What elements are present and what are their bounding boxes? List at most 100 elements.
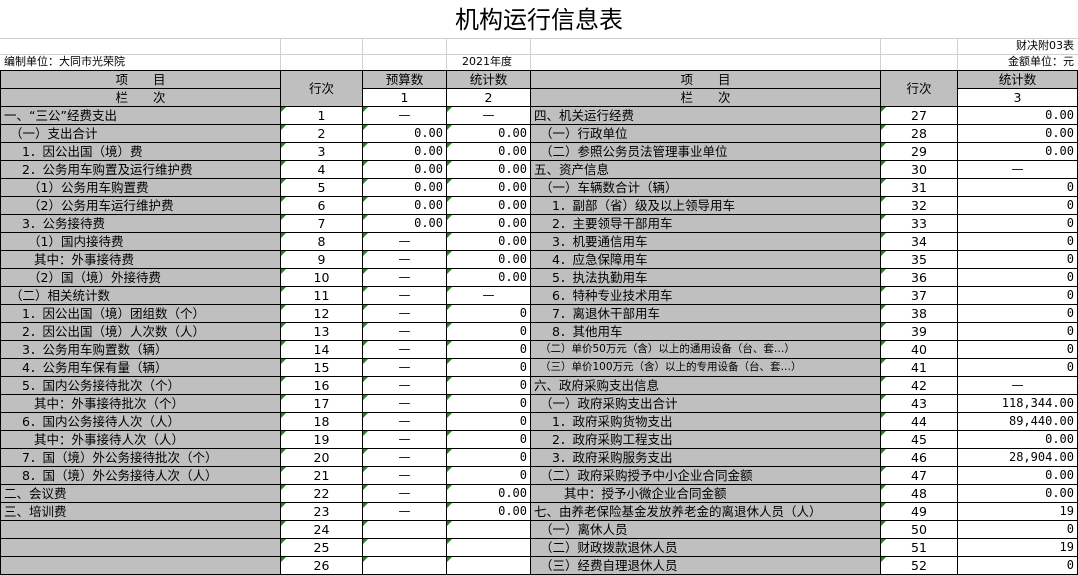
right-stat-value: 0.00 xyxy=(957,430,1078,449)
header-stat-left: 统计数 xyxy=(446,70,531,89)
table-row: 一、“三公”经费支出 1— — 四、机关运行经费 27 0.00 xyxy=(0,106,1078,125)
budget-value xyxy=(362,520,447,539)
left-item-label: 其中：外事接待费 xyxy=(0,250,281,269)
right-item-label: 其中：授予小微企业合同金额 xyxy=(530,484,881,503)
table-row: 24 （一）离休人员 50 0 xyxy=(0,520,1078,539)
right-row-number: 47 xyxy=(880,466,958,485)
right-row-number: 35 xyxy=(880,250,958,269)
right-item-label: 1．政府采购货物支出 xyxy=(530,412,881,431)
budget-value: — xyxy=(362,394,447,413)
right-row-number: 32 xyxy=(880,196,958,215)
right-stat-value: 118,344.00 xyxy=(957,394,1078,413)
left-row-number: 25 xyxy=(280,538,363,557)
right-row-number: 34 xyxy=(880,232,958,251)
left-row-number: 2 xyxy=(280,124,363,143)
budget-value: 0.00 xyxy=(362,142,447,161)
left-item-label: （1）国内接待费 xyxy=(0,232,281,251)
left-row-number: 21 xyxy=(280,466,363,485)
left-item-label: 4．公务用车保有量（辆） xyxy=(0,358,281,377)
right-stat-value: 89,440.00 xyxy=(957,412,1078,431)
stat-value: 0.00 xyxy=(446,142,531,161)
header-column-right: 栏 次 xyxy=(530,88,881,107)
unit-label: 编制单位：大同市光荣院 xyxy=(4,55,125,68)
left-item-label xyxy=(0,538,281,557)
left-item-label: 3．公务用车购置数（辆） xyxy=(0,340,281,359)
stat-value xyxy=(446,520,531,539)
left-item-label: 2．因公出国（境）人次数（人） xyxy=(0,322,281,341)
stat-value: 0.00 xyxy=(446,178,531,197)
left-item-label: 1．因公出国（境）费 xyxy=(0,142,281,161)
left-item-label: 2．公务用车购置及运行维护费 xyxy=(0,160,281,179)
header-row-no-right: 行次 xyxy=(880,70,958,107)
left-item-label: 1．因公出国（境）团组数（个） xyxy=(0,304,281,323)
stat-value: — xyxy=(446,106,531,125)
right-row-number: 46 xyxy=(880,448,958,467)
right-stat-value: 0 xyxy=(957,358,1078,377)
header-item-right: 项 目 xyxy=(530,70,881,89)
header-gridlines xyxy=(0,38,1078,70)
right-item-label: 2．主要领导干部用车 xyxy=(530,214,881,233)
left-row-number: 5 xyxy=(280,178,363,197)
budget-value: — xyxy=(362,286,447,305)
table-row: 二、会议费 22—0.00 其中：授予小微企业合同金额 48 0.00 xyxy=(0,484,1078,503)
left-item-label: 二、会议费 xyxy=(0,484,281,503)
right-stat-value: 0.00 xyxy=(957,484,1078,503)
stat-value: 0.00 xyxy=(446,214,531,233)
table-row: 7．国（境）外公务接待批次（个） 20—0 3．政府采购服务支出 46 28,904.0… xyxy=(0,448,1078,467)
table-row: （2）国（境）外接待费 10—0.00 5．执法执勤用车 36 0 xyxy=(0,268,1078,287)
budget-value: — xyxy=(362,106,447,125)
table-row: 26 （三）经费自理退休人员 52 0 xyxy=(0,556,1078,575)
right-stat-value: 28,904.00 xyxy=(957,448,1078,467)
right-row-number: 37 xyxy=(880,286,958,305)
right-stat-value: 0 xyxy=(957,250,1078,269)
right-item-label: （一）离休人员 xyxy=(530,520,881,539)
right-stat-value: 0 xyxy=(957,178,1078,197)
right-item-label: 6．特种专业技术用车 xyxy=(530,286,881,305)
budget-value: 0.00 xyxy=(362,214,447,233)
left-row-number: 9 xyxy=(280,250,363,269)
table-row: （1）国内接待费 8—0.00 3．机要通信用车 34 0 xyxy=(0,232,1078,251)
budget-value: — xyxy=(362,250,447,269)
info-table: 项 目 行次 预算数 统计数 项 目 行次 统计数 栏 次 1 2 栏 次 3 … xyxy=(0,70,1078,575)
table-row: 6．国内公务接待人次（人） 18—0 1．政府采购货物支出 44 89,440.00 xyxy=(0,412,1078,431)
budget-value: — xyxy=(362,430,447,449)
table-row: 2．公务用车购置及运行维护费 4 0.00 0.00 五、资产信息 30— xyxy=(0,160,1078,179)
table-row: 其中：外事接待费 9—0.00 4．应急保障用车 35 0 xyxy=(0,250,1078,269)
budget-value: — xyxy=(362,484,447,503)
left-item-label: （1）公务用车购置费 xyxy=(0,178,281,197)
right-item-label: （一）行政单位 xyxy=(530,124,881,143)
right-row-number: 40 xyxy=(880,340,958,359)
right-stat-value: 0.00 xyxy=(957,142,1078,161)
table-row: 8．国（境）外公务接待人次（人） 21—0 （二）政府采购授予中小企业合同金额 47 0… xyxy=(0,466,1078,485)
left-row-number: 19 xyxy=(280,430,363,449)
right-stat-value: 0 xyxy=(957,214,1078,233)
right-item-label: 8．其他用车 xyxy=(530,322,881,341)
left-item-label: （一）支出合计 xyxy=(0,124,281,143)
right-stat-value: 0.00 xyxy=(957,124,1078,143)
left-item-label: 7．国（境）外公务接待批次（个） xyxy=(0,448,281,467)
right-item-label: （三）经费自理退休人员 xyxy=(530,556,881,575)
right-item-label: 7．离退休干部用车 xyxy=(530,304,881,323)
table-row: 2．因公出国（境）人次数（人） 13—0 8．其他用车 39 0 xyxy=(0,322,1078,341)
header-col2: 2 xyxy=(446,88,531,107)
right-row-number: 41 xyxy=(880,358,958,377)
right-row-number: 49 xyxy=(880,502,958,521)
right-stat-value: 0 xyxy=(957,304,1078,323)
left-row-number: 6 xyxy=(280,196,363,215)
budget-value: — xyxy=(362,358,447,377)
header-stat-right: 统计数 xyxy=(957,70,1078,89)
right-row-number: 31 xyxy=(880,178,958,197)
budget-value: 0.00 xyxy=(362,178,447,197)
right-stat-value: 19 xyxy=(957,538,1078,557)
budget-value: — xyxy=(362,376,447,395)
header-column-left: 栏 次 xyxy=(0,88,281,107)
left-row-number: 11 xyxy=(280,286,363,305)
left-row-number: 13 xyxy=(280,322,363,341)
right-item-label: （二）政府采购授予中小企业合同金额 xyxy=(530,466,881,485)
right-row-number: 30 xyxy=(880,160,958,179)
left-item-label: （二）相关统计数 xyxy=(0,286,281,305)
right-item-label: （二）单价50万元（含）以上的通用设备（台、套…） xyxy=(530,340,881,359)
left-item-label: （2）公务用车运行维护费 xyxy=(0,196,281,215)
page-title: 机构运行信息表 xyxy=(455,6,623,34)
right-item-label: （三）单价100万元（含）以上的专用设备（台、套…） xyxy=(530,358,881,377)
